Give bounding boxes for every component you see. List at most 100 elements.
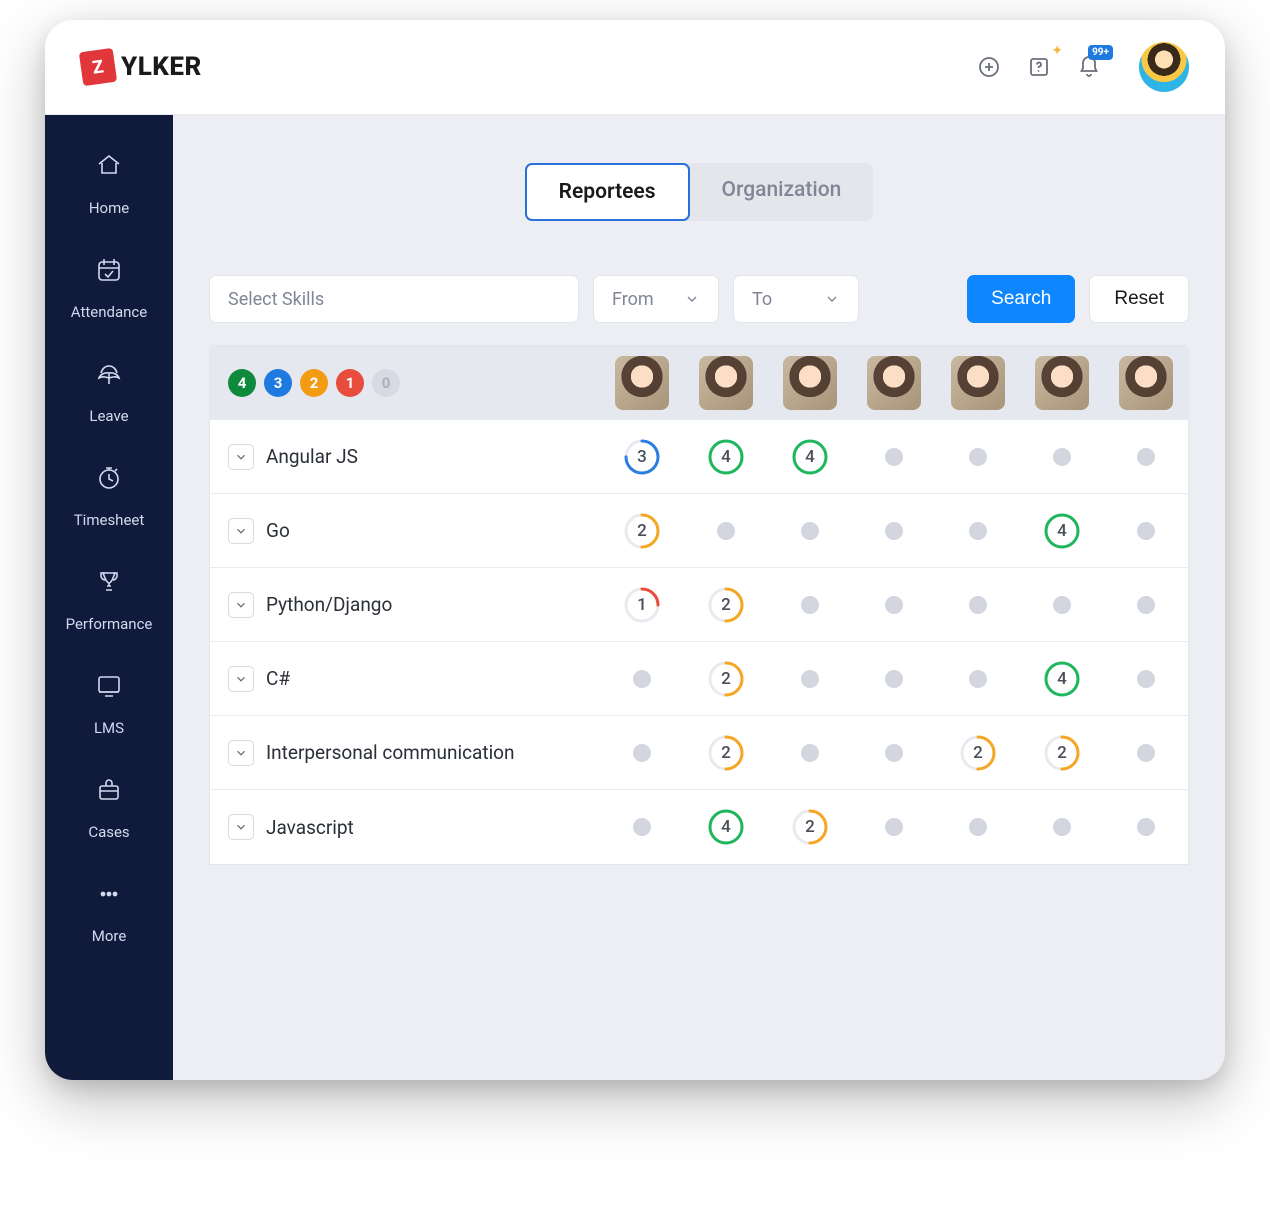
reportee-avatar[interactable] <box>867 356 921 410</box>
score-cell <box>768 596 852 614</box>
chevron-down-icon <box>234 672 248 686</box>
empty-score <box>1137 670 1155 688</box>
reportee-avatar[interactable] <box>951 356 1005 410</box>
score-cell: 4 <box>768 438 852 476</box>
expand-skill-button[interactable] <box>228 592 254 618</box>
reportee-avatar[interactable] <box>1035 356 1089 410</box>
score-cell <box>684 522 768 540</box>
search-button[interactable]: Search <box>967 275 1075 323</box>
reportee-avatar[interactable] <box>1119 356 1173 410</box>
score-cell <box>1104 818 1188 836</box>
score-ring: 2 <box>707 660 745 698</box>
sidebar-item-label: LMS <box>94 719 124 737</box>
expand-skill-button[interactable] <box>228 518 254 544</box>
sidebar-item-label: Cases <box>88 823 129 841</box>
sidebar-item-performance[interactable]: Performance <box>45 559 173 633</box>
empty-score <box>633 818 651 836</box>
reset-button[interactable]: Reset <box>1089 275 1189 323</box>
empty-score <box>885 522 903 540</box>
cases-icon <box>86 767 132 813</box>
sidebar-nav: Home Attendance Leave Timesheet Performance L… <box>45 115 173 1080</box>
score-cell <box>852 818 936 836</box>
chevron-down-icon <box>234 450 248 464</box>
empty-score <box>801 596 819 614</box>
score-cell <box>936 596 1020 614</box>
sidebar-item-cases[interactable]: Cases <box>45 767 173 841</box>
empty-score <box>969 596 987 614</box>
filter-row: Select Skills From To Search Reset <box>209 275 1189 323</box>
reportee-avatar[interactable] <box>699 356 753 410</box>
sidebar-item-timesheet[interactable]: Timesheet <box>45 455 173 529</box>
skill-name: Go <box>266 519 290 542</box>
performance-icon <box>86 559 132 605</box>
expand-skill-button[interactable] <box>228 666 254 692</box>
reportee-avatar[interactable] <box>615 356 669 410</box>
score-ring: 2 <box>1043 734 1081 772</box>
empty-score <box>969 818 987 836</box>
score-cell <box>852 522 936 540</box>
empty-score <box>969 448 987 466</box>
sidebar-item-lms[interactable]: LMS <box>45 663 173 737</box>
chevron-down-icon <box>234 746 248 760</box>
expand-skill-button[interactable] <box>228 740 254 766</box>
user-avatar[interactable] <box>1139 42 1189 92</box>
chevron-down-icon <box>684 291 700 307</box>
score-cell <box>1104 448 1188 466</box>
from-dropdown[interactable]: From <box>593 275 719 323</box>
score-ring: 3 <box>623 438 661 476</box>
select-skills-input[interactable]: Select Skills <box>209 275 579 323</box>
main-content: Reportees Organization Select Skills Fro… <box>173 115 1225 1080</box>
score-cell <box>1104 744 1188 762</box>
score-cell: 2 <box>684 660 768 698</box>
reportee-avatar[interactable] <box>783 356 837 410</box>
expand-skill-button[interactable] <box>228 444 254 470</box>
sidebar-item-more[interactable]: More <box>45 871 173 945</box>
score-cell <box>768 522 852 540</box>
score-ring: 2 <box>707 586 745 624</box>
tab-organization[interactable]: Organization <box>690 163 874 221</box>
sidebar-item-label: Home <box>89 199 129 217</box>
chevron-down-icon <box>234 820 248 834</box>
skill-name: Python/Django <box>266 593 392 616</box>
notifications-icon[interactable]: 99+ <box>1075 53 1103 81</box>
help-icon[interactable]: ✦ <box>1025 53 1053 81</box>
empty-score <box>1137 818 1155 836</box>
empty-score <box>1053 818 1071 836</box>
score-cell: 2 <box>1020 734 1104 772</box>
score-cell <box>1104 670 1188 688</box>
skills-matrix: 43210Angular JS344Go24Python/Django12C#2… <box>209 345 1189 865</box>
notification-badge: 99+ <box>1088 45 1113 60</box>
score-cell <box>768 670 852 688</box>
skill-name: C# <box>266 667 290 690</box>
tab-reportees[interactable]: Reportees <box>525 163 690 221</box>
more-icon <box>86 871 132 917</box>
app-header: Z YLKER ✦ 99+ <box>45 20 1225 115</box>
score-cell: 2 <box>684 734 768 772</box>
sidebar-item-leave[interactable]: Leave <box>45 351 173 425</box>
score-cell: 4 <box>684 438 768 476</box>
sidebar-item-label: Timesheet <box>74 511 145 529</box>
empty-score <box>1137 522 1155 540</box>
empty-score <box>1053 596 1071 614</box>
sidebar-item-attendance[interactable]: Attendance <box>45 247 173 321</box>
add-icon[interactable] <box>975 53 1003 81</box>
empty-score <box>885 744 903 762</box>
score-cell <box>1020 596 1104 614</box>
score-cell <box>852 448 936 466</box>
skill-row: C# 2 4 <box>210 642 1188 716</box>
sidebar-item-home[interactable]: Home <box>45 143 173 217</box>
expand-skill-button[interactable] <box>228 814 254 840</box>
score-ring: 2 <box>707 734 745 772</box>
score-cell <box>1104 522 1188 540</box>
score-ring: 4 <box>1043 660 1081 698</box>
score-cell: 2 <box>936 734 1020 772</box>
empty-score <box>717 522 735 540</box>
score-ring: 4 <box>1043 512 1081 550</box>
score-cell <box>852 596 936 614</box>
empty-score <box>969 522 987 540</box>
score-cell: 3 <box>600 438 684 476</box>
score-cell <box>852 670 936 688</box>
view-tabs: Reportees Organization <box>525 163 874 221</box>
to-dropdown[interactable]: To <box>733 275 859 323</box>
empty-score <box>885 670 903 688</box>
